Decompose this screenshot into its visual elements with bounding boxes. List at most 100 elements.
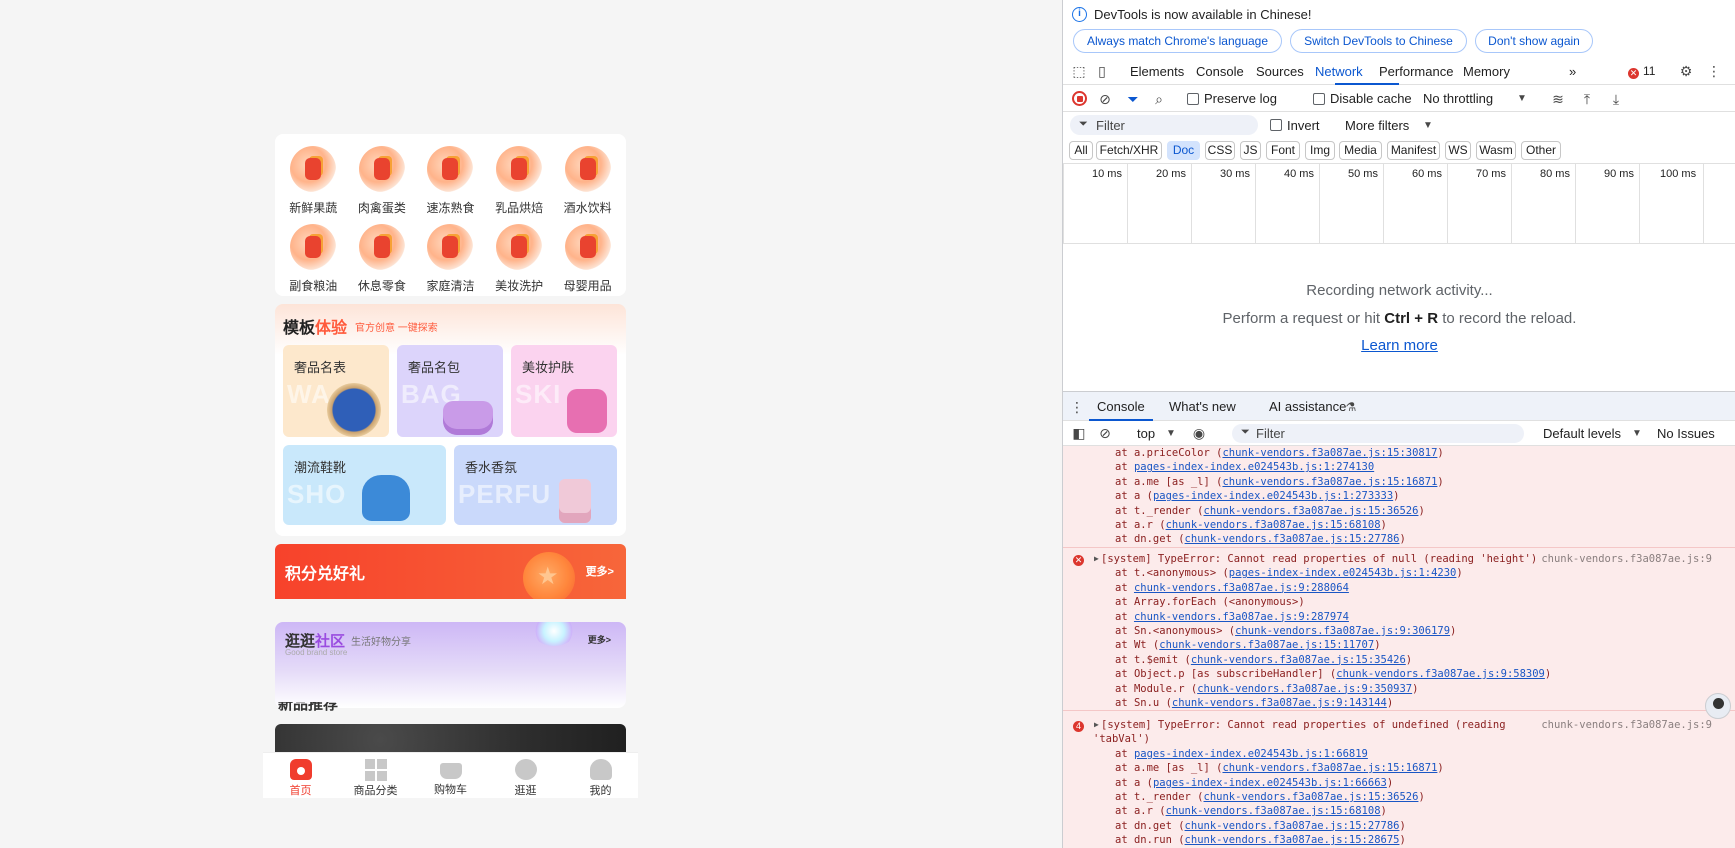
error-source-link[interactable]: chunk-vendors.f3a087ae.js:9 <box>1541 552 1712 566</box>
more-filters-dropdown[interactable]: More filters <box>1345 118 1409 133</box>
tile-luxury-watch[interactable]: WA 奢品名表 <box>283 345 389 437</box>
log-levels-dropdown[interactable]: Default levels <box>1543 426 1621 441</box>
drawer-menu-icon[interactable]: ⋮ <box>1069 399 1085 415</box>
stack-frame-link[interactable]: chunk-vendors.f3a087ae.js:15:35426 <box>1191 654 1406 666</box>
category-item[interactable]: 美妆洗护 <box>485 220 554 296</box>
drawer-tab-console[interactable]: Console <box>1097 399 1145 414</box>
stack-frame-link[interactable]: chunk-vendors.f3a087ae.js:9:58309 <box>1336 668 1545 680</box>
type-filter-media[interactable]: Media <box>1339 141 1382 160</box>
tab-console[interactable]: Console <box>1196 64 1244 79</box>
stack-frame-link[interactable]: chunk-vendors.f3a087ae.js:15:36526 <box>1204 791 1419 803</box>
stack-frame-link[interactable]: pages-index-index.e024543b.js:1:273333 <box>1153 490 1393 502</box>
stack-frame-link[interactable]: chunk-vendors.f3a087ae.js:9:288064 <box>1134 582 1349 594</box>
tile-luxury-bag[interactable]: BAG 奢品名包 <box>397 345 503 437</box>
category-item[interactable]: 家庭清洁 <box>416 220 485 296</box>
tab-elements[interactable]: Elements <box>1130 64 1184 79</box>
type-filter-other[interactable]: Other <box>1521 141 1561 160</box>
always-match-language-button[interactable]: Always match Chrome's language <box>1073 29 1282 53</box>
stack-frame-link[interactable]: chunk-vendors.f3a087ae.js:15:36526 <box>1204 505 1419 517</box>
drawer-tab-ai-assistance[interactable]: AI assistance <box>1269 399 1346 414</box>
stop-recording-icon[interactable] <box>1072 91 1087 106</box>
stack-frame-link[interactable]: chunk-vendors.f3a087ae.js:15:68108 <box>1166 519 1381 531</box>
error-count-badge[interactable]: ✕ 11 <box>1628 64 1655 79</box>
stack-frame-link[interactable]: chunk-vendors.f3a087ae.js:9:143144 <box>1172 697 1387 709</box>
assistant-avatar[interactable] <box>1705 693 1731 719</box>
stack-frame-link[interactable]: pages-index-index.e024543b.js:1:4230 <box>1229 567 1457 579</box>
type-filter-ws[interactable]: WS <box>1445 141 1471 160</box>
community-card[interactable]: 逛逛社区 生活好物分享 Good brand store 更多> <box>275 622 626 708</box>
stack-frame-link[interactable]: chunk-vendors.f3a087ae.js:9:350937 <box>1197 683 1412 695</box>
drawer-tab-whats-new[interactable]: What's new <box>1169 399 1236 414</box>
error-message[interactable]: ▶ [system] TypeError: Cannot read propert… <box>1063 718 1735 732</box>
tabbar-item-home[interactable]: 首页 <box>263 753 338 798</box>
tabbar-item-category[interactable]: 商品分类 <box>338 753 413 798</box>
tab-network[interactable]: Network <box>1315 64 1363 79</box>
disable-cache-checkbox[interactable] <box>1313 93 1325 105</box>
stack-frame-link[interactable]: chunk-vendors.f3a087ae.js:9:287974 <box>1134 611 1349 623</box>
issues-counter[interactable]: No Issues <box>1657 426 1715 441</box>
stack-frame-link[interactable]: pages-index-index.e024543b.js:1:66819 <box>1134 748 1368 760</box>
sidebar-toggle-icon[interactable]: ◧ <box>1071 425 1087 441</box>
stack-frame-link[interactable]: pages-index-index.e024543b.js:1:66663 <box>1153 777 1387 789</box>
tab-memory[interactable]: Memory <box>1463 64 1510 79</box>
type-filter-js[interactable]: JS <box>1240 141 1261 160</box>
error-message[interactable]: ▶ [system] TypeError: Cannot read propert… <box>1063 552 1735 566</box>
type-filter-doc[interactable]: Doc <box>1167 141 1200 160</box>
type-filter-all[interactable]: All <box>1069 141 1093 160</box>
tabbar-item-mine[interactable]: 我的 <box>563 753 638 798</box>
context-selector[interactable]: top <box>1137 426 1155 441</box>
category-item[interactable]: 新鲜果蔬 <box>279 142 348 218</box>
category-item[interactable]: 肉禽蛋类 <box>348 142 417 218</box>
filter-funnel-icon[interactable]: ⏷ <box>1125 91 1141 107</box>
console-filter-input[interactable]: ⏷ Filter <box>1232 424 1524 443</box>
category-item[interactable]: 休息零食 <box>348 220 417 296</box>
expand-triangle-icon[interactable]: ▶ <box>1094 718 1099 732</box>
type-filter-img[interactable]: Img <box>1305 141 1335 160</box>
export-har-icon[interactable]: ⤓ <box>1608 91 1624 107</box>
category-item[interactable]: 副食粮油 <box>279 220 348 296</box>
more-tabs-chevron-icon[interactable]: » <box>1569 64 1576 79</box>
network-conditions-icon[interactable]: ≋ <box>1550 91 1566 107</box>
live-expression-eye-icon[interactable]: ◉ <box>1191 425 1207 441</box>
category-item[interactable]: 酒水饮料 <box>553 142 622 218</box>
switch-to-chinese-button[interactable]: Switch DevTools to Chinese <box>1290 29 1467 53</box>
tabbar-item-cart[interactable]: 购物车 <box>413 753 488 798</box>
tab-sources[interactable]: Sources <box>1256 64 1304 79</box>
inspect-element-icon[interactable]: ⬚ <box>1071 63 1087 79</box>
preserve-log-checkbox[interactable] <box>1187 93 1199 105</box>
throttling-select[interactable]: No throttling <box>1423 91 1493 106</box>
stack-frame-link[interactable]: chunk-vendors.f3a087ae.js:15:27786 <box>1185 820 1400 832</box>
stack-frame-link[interactable]: chunk-vendors.f3a087ae.js:15:16871 <box>1222 762 1437 774</box>
community-more-link[interactable]: 更多> <box>588 633 611 646</box>
type-filter-fetch-xhr[interactable]: Fetch/XHR <box>1096 141 1162 160</box>
points-more-link[interactable]: 更多> <box>586 563 614 579</box>
category-item[interactable]: 速冻熟食 <box>416 142 485 218</box>
points-redeem-banner[interactable]: 积分兑好礼 更多> <box>275 544 626 599</box>
clear-icon[interactable]: ⊘ <box>1097 91 1113 107</box>
expand-triangle-icon[interactable]: ▶ <box>1094 552 1099 566</box>
settings-gear-icon[interactable]: ⚙ <box>1678 63 1694 79</box>
invert-checkbox[interactable] <box>1270 119 1282 131</box>
tile-perfume[interactable]: PERFU 香水香氛 <box>454 445 617 525</box>
tile-skincare[interactable]: SKI 美妆护肤 <box>511 345 617 437</box>
category-item[interactable]: 母婴用品 <box>553 220 622 296</box>
clear-console-icon[interactable]: ⊘ <box>1097 425 1113 441</box>
dont-show-again-button[interactable]: Don't show again <box>1475 29 1593 53</box>
stack-frame-link[interactable]: pages-index-index.e024543b.js:1:274130 <box>1134 461 1374 473</box>
import-har-icon[interactable]: ⤒ <box>1579 91 1595 107</box>
category-item[interactable]: 乳品烘焙 <box>485 142 554 218</box>
device-toolbar-icon[interactable]: ▯ <box>1094 63 1110 79</box>
stack-frame-link[interactable]: chunk-vendors.f3a087ae.js:15:11707 <box>1159 639 1374 651</box>
search-icon[interactable]: ⌕ <box>1151 91 1167 107</box>
network-filter-input[interactable]: ⏷ Filter <box>1070 115 1258 135</box>
error-source-link[interactable]: chunk-vendors.f3a087ae.js:9 <box>1541 718 1712 732</box>
stack-frame-link[interactable]: chunk-vendors.f3a087ae.js:15:28675 <box>1185 834 1400 846</box>
type-filter-wasm[interactable]: Wasm <box>1476 141 1516 160</box>
stack-frame-link[interactable]: chunk-vendors.f3a087ae.js:9:306179 <box>1235 625 1450 637</box>
tabbar-item-browse[interactable]: 逛逛 <box>488 753 563 798</box>
stack-frame-link[interactable]: chunk-vendors.f3a087ae.js:15:30817 <box>1222 447 1437 459</box>
learn-more-link[interactable]: Learn more <box>1063 337 1735 354</box>
stack-frame-link[interactable]: chunk-vendors.f3a087ae.js:15:68108 <box>1166 805 1381 817</box>
tile-shoes[interactable]: SHO 潮流鞋靴 <box>283 445 446 525</box>
type-filter-manifest[interactable]: Manifest <box>1387 141 1440 160</box>
